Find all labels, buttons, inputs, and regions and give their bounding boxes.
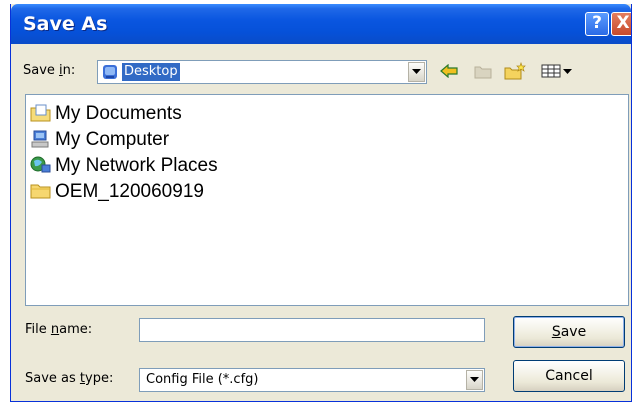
save-as-type-label: Save as type: xyxy=(25,371,114,386)
help-button[interactable]: ? xyxy=(585,12,609,36)
save-in-label: Save in: xyxy=(23,63,76,78)
save-in-value: Desktop xyxy=(122,63,180,81)
close-button[interactable]: X xyxy=(611,12,631,36)
my-documents-folder-icon xyxy=(30,103,52,126)
view-menu-icon[interactable] xyxy=(539,60,575,82)
my-computer-icon xyxy=(30,129,52,152)
save-button[interactable]: Save xyxy=(513,316,625,348)
save-as-type-value: Config File (*.cfg) xyxy=(146,372,259,387)
chevron-down-icon[interactable] xyxy=(466,370,483,390)
file-list[interactable]: My Documents My Computer My Network Plac… xyxy=(25,94,629,306)
folder-icon xyxy=(30,181,52,204)
cancel-button[interactable]: Cancel xyxy=(513,360,625,392)
back-arrow-icon[interactable] xyxy=(437,60,461,82)
list-item-label: My Network Places xyxy=(55,155,218,176)
title-bar[interactable]: Save As ? X xyxy=(11,4,631,44)
desktop-icon xyxy=(102,64,118,83)
list-item[interactable]: My Documents xyxy=(30,101,182,127)
file-name-input[interactable] xyxy=(139,318,485,342)
save-as-dialog: Save As ? X Save in: Desktop My Document… xyxy=(10,4,632,402)
list-item-label: My Documents xyxy=(55,103,182,124)
network-places-icon xyxy=(30,155,52,178)
list-item[interactable]: My Computer xyxy=(30,127,169,153)
list-item[interactable]: My Network Places xyxy=(30,153,218,179)
save-as-type-dropdown[interactable]: Config File (*.cfg) xyxy=(139,368,485,392)
file-name-label: File name: xyxy=(25,322,93,337)
up-folder-icon[interactable] xyxy=(471,60,495,82)
save-in-dropdown[interactable]: Desktop xyxy=(97,60,427,84)
list-item[interactable]: OEM_120060919 xyxy=(30,179,204,205)
list-item-label: OEM_120060919 xyxy=(55,181,204,202)
chevron-down-icon[interactable] xyxy=(408,62,425,82)
dialog-title: Save As xyxy=(23,13,108,35)
list-item-label: My Computer xyxy=(55,129,170,150)
new-folder-icon[interactable] xyxy=(503,60,527,82)
